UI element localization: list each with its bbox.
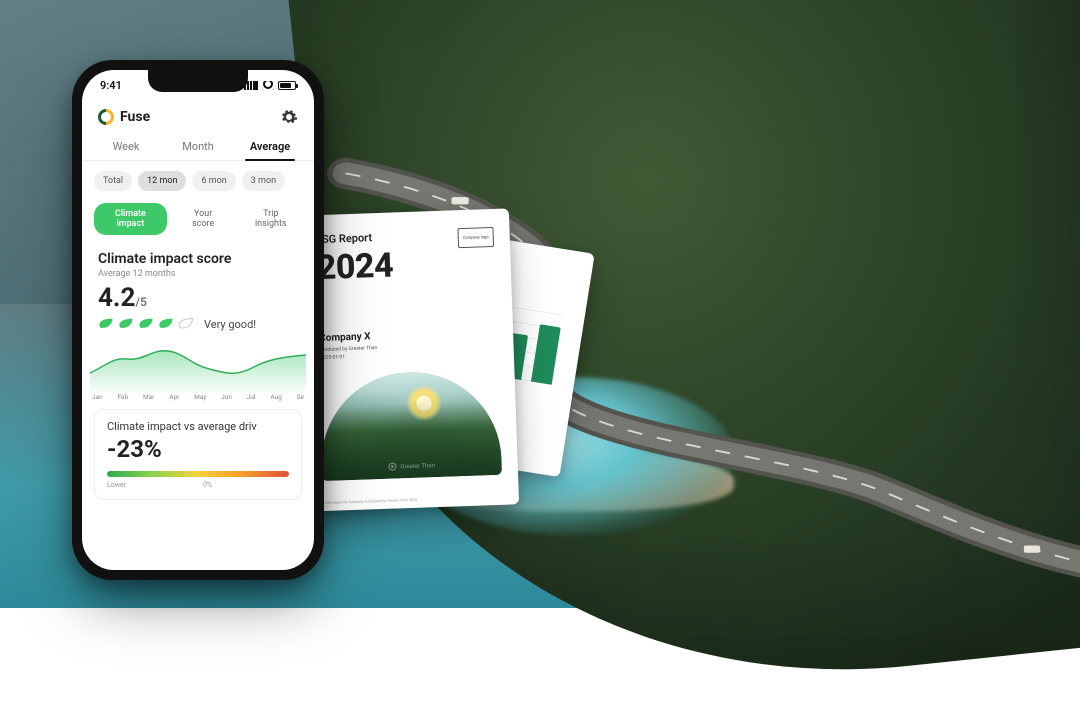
score-card: Climate impact score Average 12 months 4… — [82, 245, 314, 335]
score-title: Climate impact score — [98, 251, 298, 267]
chip-total[interactable]: Total — [94, 171, 132, 191]
score-subtitle: Average 12 months — [98, 269, 298, 279]
chip-6mon[interactable]: 6 mon — [192, 171, 235, 191]
tab-your-score[interactable]: Your score — [175, 203, 232, 235]
report-cover-image: Greater Than — [318, 369, 502, 481]
climate-sparkline — [82, 335, 314, 395]
compare-value: -23% — [107, 435, 289, 463]
chip-12mon[interactable]: 12 mon — [138, 171, 186, 191]
report-cover: ESG Report 2024 Company logo Company X P… — [297, 208, 519, 511]
brandmark-icon — [388, 462, 396, 470]
brand-logo-icon — [98, 109, 114, 125]
compare-card: Climate impact vs average driv -23% Lowe… — [94, 409, 302, 500]
compare-labels: Lower 0% — [107, 481, 289, 489]
tab-average[interactable]: Average — [234, 132, 306, 160]
brandmark: Greater Than — [388, 461, 435, 471]
tab-trip-insights[interactable]: Trip insights — [240, 203, 302, 235]
wifi-icon — [262, 81, 274, 90]
settings-button[interactable] — [280, 108, 298, 126]
score-value: 4.2/5 — [98, 283, 298, 313]
score-label: Very good! — [204, 318, 256, 331]
leaf-icon — [118, 317, 134, 331]
report-year: 2024 — [316, 242, 493, 288]
section-tabs: Climate impact Your score Trip insights — [82, 201, 314, 245]
battery-icon — [278, 81, 296, 90]
tab-month[interactable]: Month — [162, 132, 234, 160]
compare-title: Climate impact vs average driv — [107, 420, 289, 433]
phone-screen: 9:41 Fuse Week Month Average Total 12 mo… — [82, 70, 314, 570]
sparkline-months: JanFeb MarApr MayJun JulAug Se — [82, 393, 314, 401]
status-time: 9:41 — [100, 79, 122, 92]
score-leaves: Very good! — [98, 317, 298, 331]
tab-week[interactable]: Week — [90, 132, 162, 160]
compare-gradient-bar — [107, 471, 289, 477]
report-produced-by: Produced by Greater Than 2025-01-01 — [319, 345, 377, 362]
leaf-icon-empty — [178, 317, 194, 331]
chip-3mon[interactable]: 3 mon — [242, 171, 285, 191]
report-footer: ESG Report for Company X produced by Gre… — [325, 498, 417, 505]
leaf-icon — [138, 317, 154, 331]
report-company: Company X — [319, 331, 371, 344]
app-header: Fuse — [82, 100, 314, 132]
gear-icon — [280, 108, 298, 126]
brand-name: Fuse — [120, 109, 150, 125]
tab-climate-impact[interactable]: Climate impact — [94, 203, 167, 235]
leaf-icon — [98, 317, 114, 331]
phone-mockup: 9:41 Fuse Week Month Average Total 12 mo… — [72, 60, 324, 580]
phone-notch — [148, 70, 248, 92]
company-logo-placeholder: Company logo — [457, 227, 494, 248]
leaf-icon — [158, 317, 174, 331]
timeframe-tabs: Week Month Average — [82, 132, 314, 161]
range-chips: Total 12 mon 6 mon 3 mon — [82, 161, 314, 201]
brand: Fuse — [98, 109, 150, 125]
